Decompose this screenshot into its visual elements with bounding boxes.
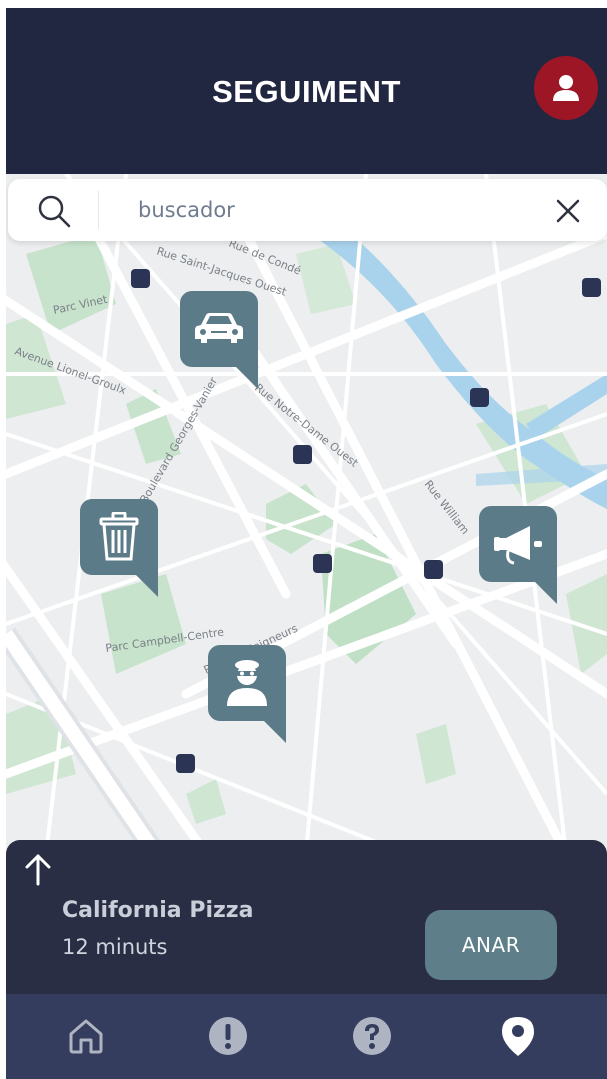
car-icon <box>180 291 258 367</box>
home-icon <box>69 1019 103 1054</box>
thief-marker[interactable] <box>208 645 286 743</box>
map-view[interactable]: Parc Vinet Avenue Lionel-Groulx Boulevar… <box>6 174 607 854</box>
trash-marker[interactable] <box>80 499 158 597</box>
map-dot[interactable] <box>293 445 312 464</box>
help-icon <box>353 1017 391 1055</box>
tab-alerts[interactable] <box>204 1012 252 1060</box>
megaphone-icon <box>479 506 557 582</box>
profile-button[interactable] <box>534 56 598 120</box>
tab-home[interactable] <box>62 1012 110 1060</box>
map-dot[interactable] <box>131 269 150 288</box>
user-icon <box>553 75 579 101</box>
map-dot[interactable] <box>176 754 195 773</box>
route-sheet: California Pizza 12 minuts ANAR <box>6 840 607 1000</box>
car-marker[interactable] <box>180 291 258 389</box>
map-dot[interactable] <box>470 388 489 407</box>
destination-name: California Pizza <box>62 898 254 923</box>
search-input[interactable] <box>138 191 518 229</box>
search-bar <box>8 179 607 241</box>
travel-time: 12 minuts <box>62 935 168 959</box>
close-icon[interactable] <box>552 195 584 227</box>
bottom-nav <box>6 994 607 1079</box>
app-header: SEGUIMENT <box>6 8 607 174</box>
megaphone-marker[interactable] <box>479 506 557 604</box>
app-frame: Parc Vinet Avenue Lionel-Groulx Boulevar… <box>6 8 607 1079</box>
location-icon <box>502 1017 534 1056</box>
map-dot[interactable] <box>582 278 601 297</box>
search-icon[interactable] <box>36 193 72 229</box>
tab-map[interactable] <box>494 1012 542 1060</box>
page-title: SEGUIMENT <box>212 74 401 109</box>
arrow-up-icon[interactable] <box>24 852 52 886</box>
map-dot[interactable] <box>424 560 443 579</box>
tab-help[interactable] <box>348 1012 396 1060</box>
go-button[interactable]: ANAR <box>425 910 557 980</box>
search-divider <box>98 191 99 229</box>
map-dot[interactable] <box>313 554 332 573</box>
thief-icon <box>208 645 286 721</box>
alert-icon <box>209 1017 247 1055</box>
trash-icon <box>80 499 158 575</box>
